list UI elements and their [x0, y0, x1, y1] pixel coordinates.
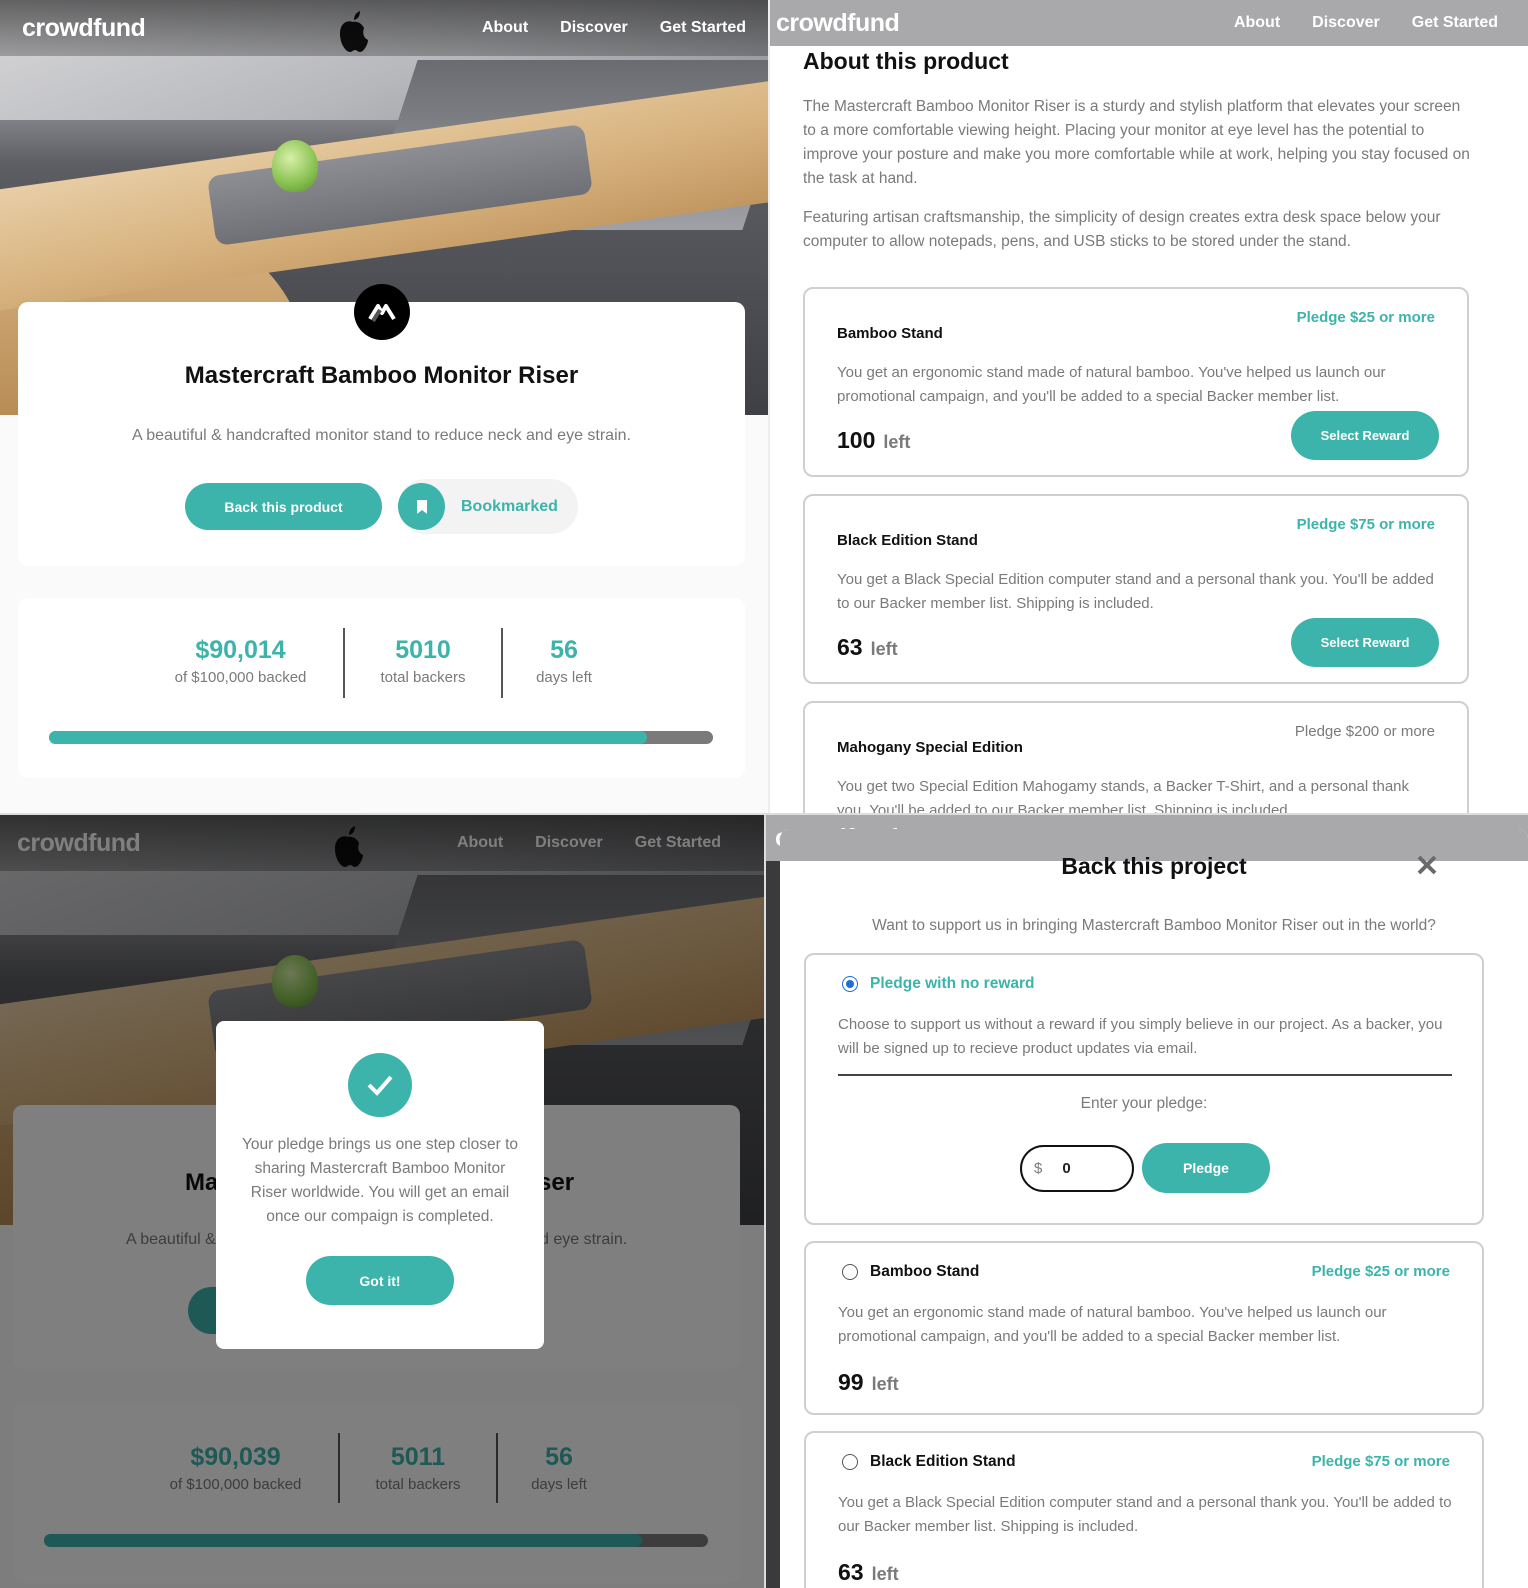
- nav-discover-link[interactable]: Discover: [560, 19, 628, 37]
- bookmark-label: Bookmarked: [461, 497, 558, 515]
- top-nav: crowdfund About Discover Get Started: [770, 0, 1528, 46]
- about-paragraph-2: Featuring artisan craftsmanship, the sim…: [803, 209, 1441, 250]
- radio-selected-icon[interactable]: [842, 976, 858, 992]
- radio-unselected-icon[interactable]: [842, 1264, 858, 1280]
- success-modal: Your pledge brings us one step closer to…: [216, 1021, 544, 1349]
- pledge-amount-input[interactable]: $ 0: [1020, 1145, 1134, 1192]
- nav-discover-link[interactable]: Discover: [1312, 14, 1380, 32]
- nav-get-started-link[interactable]: Get Started: [1412, 14, 1498, 32]
- option-description: You get an ergonomic stand made of natur…: [838, 1304, 1387, 1345]
- option-header: Black Edition Stand: [842, 1453, 1016, 1471]
- option-name: Black Edition Stand: [870, 1453, 1016, 1470]
- reward-description: You get two Special Edition Mahogamy sta…: [837, 778, 1410, 815]
- nav-about-link[interactable]: About: [482, 19, 528, 37]
- progress-fill: [49, 731, 647, 744]
- bookmark-button[interactable]: Bookmarked: [398, 479, 578, 534]
- pledge-button[interactable]: Pledge: [1142, 1143, 1270, 1193]
- option-header: Bamboo Stand: [842, 1263, 979, 1281]
- brand-logo[interactable]: crowdfund: [22, 14, 146, 43]
- stat-backers: 5010 total backers: [348, 636, 498, 686]
- brand-logo[interactable]: crowdfund: [776, 9, 900, 38]
- option-left-label: left: [871, 1374, 899, 1394]
- backers-count: 5010: [395, 636, 451, 664]
- reward-card-disabled: Mahogany Special Edition Pledge $200 or …: [803, 701, 1469, 815]
- option-left: 63 left: [838, 1559, 899, 1586]
- stat-divider: [343, 628, 345, 698]
- product-subtitle: A beautiful & handcrafted monitor stand …: [132, 427, 631, 444]
- reward-pledge: Pledge $200 or more: [1294, 723, 1435, 740]
- about-paragraph-1: The Mastercraft Bamboo Monitor Riser is …: [803, 98, 1470, 187]
- close-icon[interactable]: [1415, 853, 1439, 877]
- reward-name: Black Edition Stand: [837, 532, 978, 549]
- reward-left-label: left: [870, 639, 898, 659]
- funding-progress-bar: [49, 731, 713, 744]
- enter-pledge-label: Enter your pledge:: [1080, 1095, 1208, 1112]
- mastercraft-logo-icon: [354, 284, 410, 340]
- option-left-count: 63: [838, 1559, 864, 1585]
- option-name: Bamboo Stand: [870, 1263, 980, 1280]
- nav-about-link[interactable]: About: [1234, 14, 1280, 32]
- option-description: You get a Black Special Edition computer…: [838, 1494, 1452, 1535]
- pledge-modal-view: crowdfund About Discover Get Started Bac…: [765, 815, 1528, 1588]
- pledge-option[interactable]: Black Edition Stand Pledge $75 or more Y…: [804, 1431, 1484, 1588]
- days-label: days left: [536, 669, 592, 686]
- reward-card: Black Edition Stand Pledge $75 or more Y…: [803, 494, 1469, 684]
- modal-subtitle: Want to support us in bringing Mastercra…: [872, 917, 1436, 934]
- reward-left-label: left: [883, 432, 911, 452]
- reward-description: You get a Black Special Edition computer…: [837, 571, 1434, 612]
- back-project-modal: Back this project Want to support us in …: [780, 829, 1528, 1588]
- got-it-button[interactable]: Got it!: [306, 1256, 454, 1305]
- product-card: Mastercraft Bamboo Monitor Riser A beaut…: [18, 284, 745, 566]
- select-reward-button[interactable]: Select Reward: [1291, 411, 1439, 460]
- option-name: Pledge with no reward: [870, 975, 1035, 992]
- pledge-option-no-reward[interactable]: Pledge with no reward Choose to support …: [804, 953, 1484, 1225]
- top-nav: crowdfund About Discover Get Started: [0, 0, 768, 56]
- stat-divider: [501, 628, 503, 698]
- backed-amount: $90,014: [195, 636, 286, 664]
- reward-pledge: Pledge $75 or more: [1296, 516, 1435, 533]
- option-description: Choose to support us without a reward if…: [838, 1016, 1443, 1057]
- backers-label: total backers: [380, 669, 466, 686]
- about-heading: About this product: [803, 48, 1009, 74]
- reward-left: 63 left: [837, 634, 898, 661]
- reward-name: Bamboo Stand: [837, 325, 943, 342]
- currency-symbol: $: [1034, 1160, 1043, 1177]
- back-this-product-button[interactable]: Back this product: [185, 483, 382, 530]
- reward-description: You get an ergonomic stand made of natur…: [837, 364, 1386, 405]
- radio-unselected-icon[interactable]: [842, 1454, 858, 1470]
- product-page-view: crowdfund About Discover Get Started Mas…: [0, 0, 770, 815]
- backed-label: of $100,000 backed: [174, 669, 307, 686]
- reward-left-count: 100: [837, 427, 876, 453]
- stat-backed: $90,014 of $100,000 backed: [138, 636, 343, 686]
- days-count: 56: [550, 636, 578, 664]
- nav-get-started-link[interactable]: Get Started: [660, 19, 746, 37]
- option-left-label: left: [871, 1564, 899, 1584]
- product-title: Mastercraft Bamboo Monitor Riser: [184, 362, 579, 389]
- reward-left: 100 left: [837, 427, 910, 454]
- reward-pledge: Pledge $25 or more: [1296, 309, 1435, 326]
- success-message: Your pledge brings us one step closer to…: [241, 1136, 519, 1225]
- reward-left-count: 63: [837, 634, 863, 660]
- check-icon: [348, 1053, 412, 1117]
- pledge-amount-value: 0: [1062, 1160, 1071, 1177]
- option-left: 99 left: [838, 1369, 899, 1396]
- about-page-view: crowdfund About Discover Get Started Abo…: [770, 0, 1528, 815]
- panel-separator: [764, 815, 766, 1588]
- select-reward-button[interactable]: Select Reward: [1291, 618, 1439, 667]
- bookmark-icon: [398, 483, 445, 530]
- stats-card: $90,014 of $100,000 backed 5010 total ba…: [18, 598, 745, 778]
- option-header: Pledge with no reward: [842, 975, 1035, 993]
- option-pledge: Pledge $25 or more: [1311, 1263, 1450, 1280]
- option-divider: [838, 1074, 1452, 1076]
- reward-card: Bamboo Stand Pledge $25 or more You get …: [803, 287, 1469, 477]
- option-left-count: 99: [838, 1369, 864, 1395]
- option-pledge: Pledge $75 or more: [1311, 1453, 1450, 1470]
- pledge-option[interactable]: Bamboo Stand Pledge $25 or more You get …: [804, 1241, 1484, 1415]
- stat-days: 56 days left: [508, 636, 620, 686]
- reward-name: Mahogany Special Edition: [837, 739, 1023, 756]
- success-page-view: crowdfund About Discover Get Started Ma …: [0, 815, 765, 1588]
